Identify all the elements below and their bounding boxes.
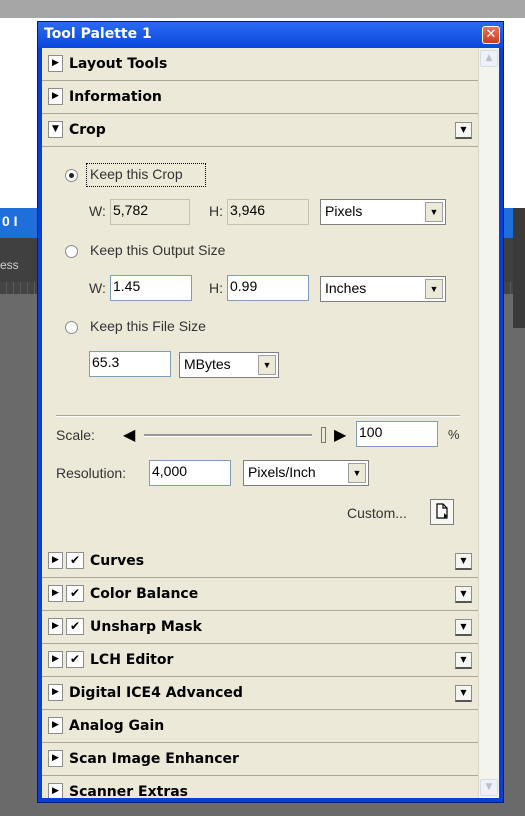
window-title: Tool Palette 1 [44,26,152,42]
crop-unit-value: Pixels [325,203,363,219]
section-lch-editor[interactable]: ▶ ✔ LCH Editor ▼ [42,644,478,677]
section-label: Unsharp Mask [90,619,202,635]
section-label: Scan Image Enhancer [69,751,239,767]
section-label: Crop [69,122,106,138]
crop-h-label: H: [209,203,223,219]
close-button[interactable]: ✕ [482,26,500,44]
scale-slider-track[interactable] [144,434,312,437]
resolution-unit-value: Pixels/Inch [248,464,316,480]
crop-w-label: W: [89,203,106,219]
scale-unit-label: % [448,427,460,442]
expand-arrow-icon[interactable]: ▶ [48,55,63,72]
collapse-arrow-icon[interactable]: ▼ [48,121,63,138]
resolution-label: Resolution: [56,465,127,481]
title-bar[interactable]: Tool Palette 1 ✕ [38,22,503,48]
section-scanner-extras[interactable]: ▶ Scanner Extras [42,776,478,798]
expand-arrow-icon[interactable]: ▶ [48,618,63,635]
expand-arrow-icon[interactable]: ▶ [48,750,63,767]
keep-crop-radio[interactable] [65,169,78,182]
section-menu-button[interactable]: ▼ [455,553,472,570]
dropdown-arrow-icon: ▼ [348,463,366,483]
section-crop[interactable]: ▼ Crop ▼ [42,114,478,147]
section-label: Digital ICE4 Advanced [69,685,243,701]
section-label: Curves [90,553,145,569]
output-unit-select[interactable]: Inches ▼ [320,276,446,302]
scale-field[interactable]: 100 [356,421,438,447]
background-app-bar [0,0,525,18]
expand-arrow-icon[interactable]: ▶ [48,651,63,668]
scroll-down-icon[interactable]: ▼ [480,779,498,796]
expand-arrow-icon[interactable]: ▶ [48,585,63,602]
keep-file-radio[interactable] [65,321,78,334]
expand-arrow-icon[interactable]: ▶ [48,783,63,798]
dropdown-arrow-icon: ▼ [425,202,443,222]
crop-height-field[interactable]: 3,946 [227,199,309,225]
section-label: Analog Gain [69,718,165,734]
enable-checkbox[interactable]: ✔ [66,618,84,635]
output-width-field[interactable]: 1.45 [110,275,192,301]
section-divider [56,415,460,417]
page-icon [436,503,448,519]
file-size-unit-select[interactable]: MBytes ▼ [179,352,279,378]
file-size-unit-value: MBytes [184,356,231,372]
dropdown-arrow-icon: ▼ [425,279,443,299]
scale-decrease-icon[interactable]: ◀ [123,425,135,444]
keep-crop-label: Keep this Crop [90,166,183,182]
crop-width-field[interactable]: 5,782 [110,199,190,225]
file-size-field[interactable]: 65.3 [89,351,171,377]
section-analog-gain[interactable]: ▶ Analog Gain [42,710,478,743]
crop-unit-select[interactable]: Pixels ▼ [320,199,446,225]
expand-arrow-icon[interactable]: ▶ [48,684,63,701]
section-layout-tools[interactable]: ▶ Layout Tools [42,48,478,81]
scale-label: Scale: [56,427,95,443]
palette-content: ▶ Layout Tools ▶ Information ▼ Crop ▼ Ke… [42,48,478,798]
expand-arrow-icon[interactable]: ▶ [48,717,63,734]
enable-checkbox[interactable]: ✔ [66,552,84,569]
output-unit-value: Inches [325,280,367,296]
resolution-unit-select[interactable]: Pixels/Inch ▼ [243,460,369,486]
scroll-up-icon[interactable]: ▲ [480,50,498,67]
section-label: Color Balance [90,586,199,602]
section-scan-image-enhancer[interactable]: ▶ Scan Image Enhancer [42,743,478,776]
custom-button[interactable] [430,499,454,525]
output-h-label: H: [209,280,223,296]
section-label: Scanner Extras [69,784,189,798]
keep-file-label: Keep this File Size [90,318,206,334]
section-color-balance[interactable]: ▶ ✔ Color Balance ▼ [42,578,478,611]
section-label: Layout Tools [69,56,168,72]
background-title-text: 0 I [2,213,18,229]
enable-checkbox[interactable]: ✔ [66,651,84,668]
enable-checkbox[interactable]: ✔ [66,585,84,602]
dropdown-arrow-icon: ▼ [258,355,276,375]
section-curves[interactable]: ▶ ✔ Curves ▼ [42,545,478,578]
keep-output-radio[interactable] [65,245,78,258]
section-information[interactable]: ▶ Information [42,81,478,114]
custom-label: Custom... [347,505,407,521]
output-w-label: W: [89,280,106,296]
section-menu-button[interactable]: ▼ [455,685,472,702]
section-digital-ice4[interactable]: ▶ Digital ICE4 Advanced ▼ [42,677,478,710]
section-menu-button[interactable]: ▼ [455,586,472,603]
section-menu-button[interactable]: ▼ [455,122,472,139]
section-menu-button[interactable]: ▼ [455,619,472,636]
scale-increase-icon[interactable]: ▶ [334,425,346,444]
section-label: LCH Editor [90,652,174,668]
expand-arrow-icon[interactable]: ▶ [48,88,63,105]
output-height-field[interactable]: 0.99 [227,275,309,301]
expand-arrow-icon[interactable]: ▶ [48,552,63,569]
section-unsharp-mask[interactable]: ▶ ✔ Unsharp Mask ▼ [42,611,478,644]
tool-palette-window: Tool Palette 1 ✕ ▶ Layout Tools ▶ Inform… [37,21,504,803]
keep-output-label: Keep this Output Size [90,242,226,258]
section-menu-button[interactable]: ▼ [455,652,472,669]
scale-slider-thumb[interactable] [321,427,326,443]
section-label: Information [69,89,162,105]
background-side-panel [513,208,525,328]
vertical-scrollbar[interactable]: ▲ ▼ [478,48,499,798]
background-label-text: ess [0,258,19,272]
crop-panel: Keep this Crop W: 5,782 H: 3,946 Pixels … [42,147,478,589]
resolution-field[interactable]: 4,000 [149,460,231,486]
